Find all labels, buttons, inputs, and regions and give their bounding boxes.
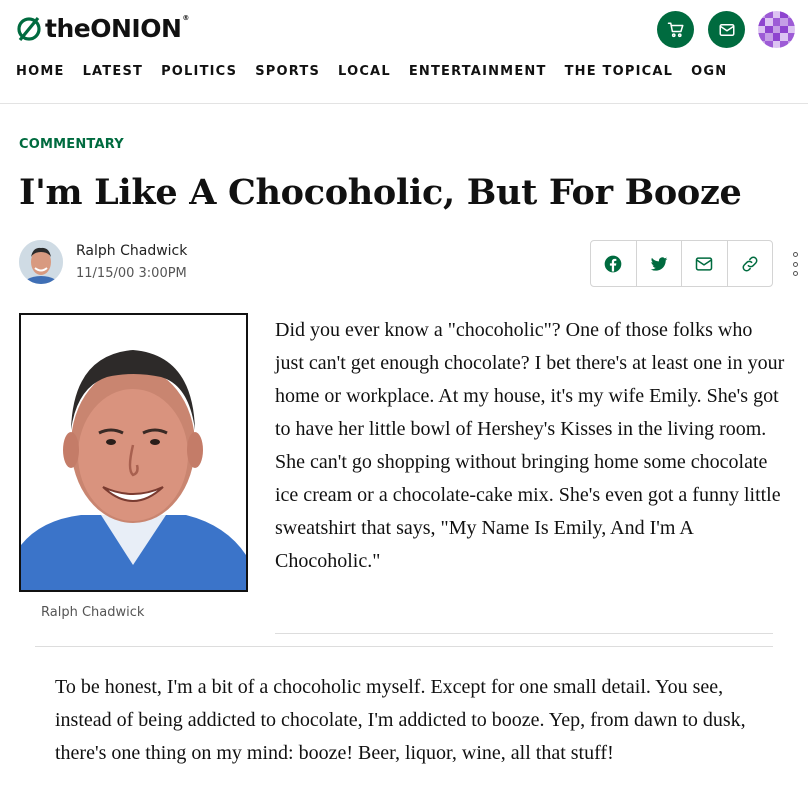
site-logo[interactable]: theONION®	[16, 14, 189, 43]
share-bar	[590, 240, 773, 287]
facebook-icon	[604, 255, 622, 272]
nav-home[interactable]: HOME	[16, 64, 65, 79]
nav-sports[interactable]: SPORTS	[255, 64, 320, 79]
twitter-icon	[650, 256, 668, 271]
photo-caption: Ralph Chadwick	[41, 605, 145, 620]
divider	[35, 646, 773, 647]
nav-the-topical[interactable]: THE TOPICAL	[565, 64, 674, 79]
nav-ogn[interactable]: OGN	[691, 64, 727, 79]
share-facebook-button[interactable]	[591, 241, 637, 286]
logo-onion: ONION	[90, 14, 182, 43]
copy-link-button[interactable]	[728, 241, 773, 286]
user-avatar[interactable]	[758, 11, 795, 48]
email-icon	[696, 256, 713, 271]
author-photo	[19, 313, 248, 592]
article-category[interactable]: COMMENTARY	[19, 137, 124, 152]
article-paragraph-1: Did you ever know a "chocoholic"? One of…	[275, 319, 785, 572]
author-name[interactable]: Ralph Chadwick	[76, 243, 187, 259]
article-paragraph-2: To be honest, I'm a bit of a chocoholic …	[55, 676, 746, 764]
share-twitter-button[interactable]	[637, 241, 682, 286]
author-avatar[interactable]	[19, 240, 63, 284]
publish-date: 11/15/00 3:00PM	[76, 266, 187, 281]
newsletter-button[interactable]	[708, 11, 745, 48]
link-icon	[742, 256, 758, 271]
mail-icon	[719, 23, 734, 36]
more-options-icon[interactable]	[791, 252, 799, 276]
nav-local[interactable]: LOCAL	[338, 64, 391, 79]
nav-politics[interactable]: POLITICS	[161, 64, 237, 79]
onion-globe-icon	[17, 16, 41, 41]
nav-entertainment[interactable]: ENTERTAINMENT	[409, 64, 547, 79]
article-headline: I'm Like A Chocoholic, But For Booze	[19, 172, 742, 213]
cart-icon	[667, 22, 683, 37]
share-email-button[interactable]	[682, 241, 728, 286]
main-nav: HOME LATEST POLITICS SPORTS LOCAL ENTERT…	[16, 64, 745, 79]
site-header: theONION® HOME LATEST POLITICS SPORTS LO…	[0, 0, 808, 104]
logo-registered-mark: ®	[182, 14, 189, 22]
cart-button[interactable]	[657, 11, 694, 48]
author-portrait-image	[21, 315, 246, 590]
logo-wordmark: theONION®	[45, 14, 189, 43]
logo-the: the	[45, 14, 91, 43]
divider	[275, 633, 773, 634]
nav-latest[interactable]: LATEST	[83, 64, 144, 79]
